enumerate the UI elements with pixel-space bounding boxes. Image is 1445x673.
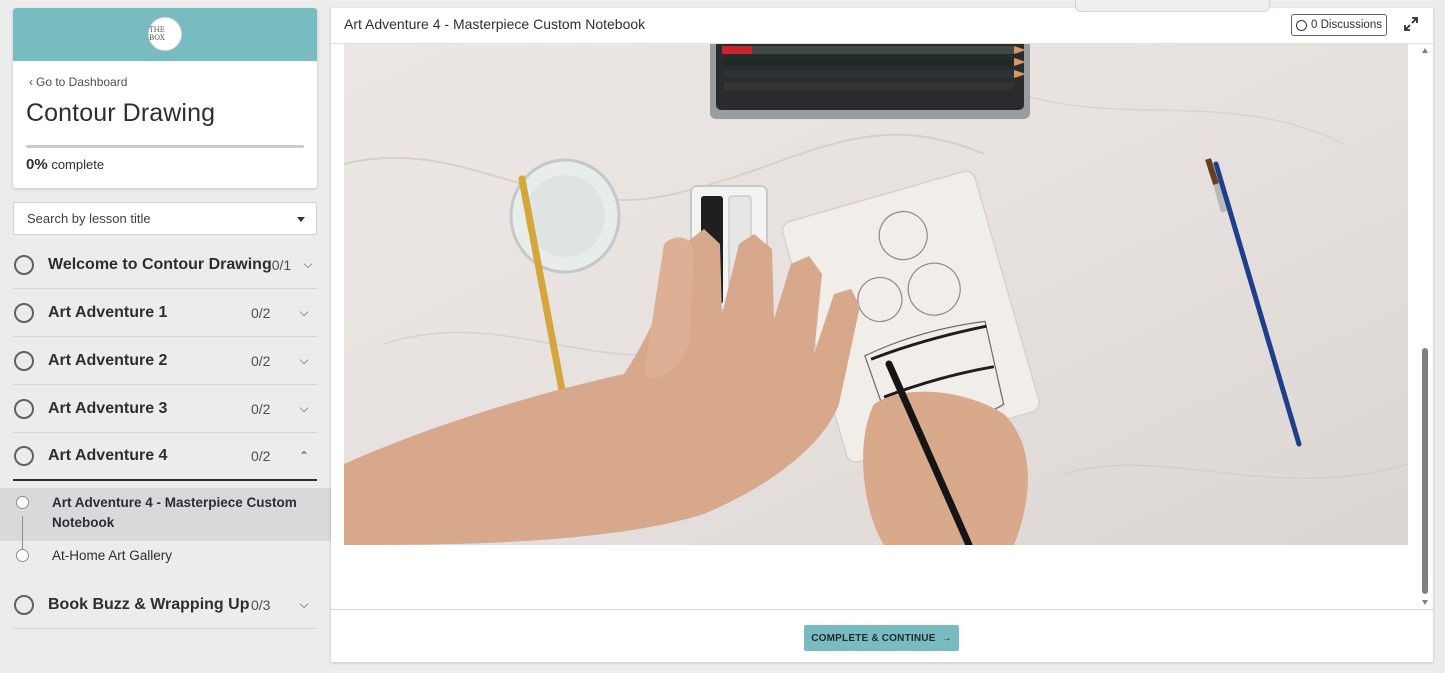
section-title: Art Adventure 4 [48,447,168,464]
section-status-circle-icon [14,254,34,275]
chevron-left-icon: ‹ [29,75,33,89]
section-status-circle-icon [14,302,34,323]
lesson-footer: COMPLETE & CONTINUE → [331,609,1433,662]
lesson-connector-line [22,516,23,549]
lesson-search-select[interactable]: Search by lesson title [13,202,317,235]
lesson-search-placeholder: Search by lesson title [27,211,151,226]
section-count: 0/2 [251,352,271,369]
section-art-adventure-2[interactable]: Art Adventure 2 0/2 ⌵ [13,337,317,385]
content-scrollbar[interactable] [1420,44,1429,610]
course-progress-bar [26,145,304,148]
section-count: 0/2 [251,400,271,417]
course-banner: THE BOX [13,8,317,61]
discussions-label: 0 Discussions [1311,19,1382,31]
chevron-up-icon[interactable]: ⌃ [291,449,317,463]
course-sidebar: THE BOX ‹ Go to Dashboard Contour Drawin… [0,0,331,673]
scroll-down-arrow-icon[interactable] [1422,600,1428,605]
lesson-item-at-home-art-gallery[interactable]: At-Home Art Gallery [0,546,331,568]
complete-and-continue-button[interactable]: COMPLETE & CONTINUE → [804,625,959,651]
go-to-dashboard-link[interactable]: ‹ Go to Dashboard [29,75,127,89]
section-status-circle-icon [14,350,34,371]
chevron-down-icon[interactable]: ⌵ [291,305,317,320]
progress-percent: 0% [26,156,48,173]
section-title: Art Adventure 2 [48,351,168,369]
section-status-circle-icon [14,446,34,466]
section-title: Art Adventure 1 [48,303,168,321]
course-progress-text: 0% complete [26,156,104,173]
expand-icon[interactable] [1402,15,1420,33]
chevron-down-icon[interactable]: ⌵ [291,597,317,612]
lesson-title: At-Home Art Gallery [52,548,173,563]
lesson-header-title: Art Adventure 4 - Masterpiece Custom Not… [344,16,646,32]
speech-bubble-icon [1296,19,1308,31]
progress-label: complete [51,157,105,172]
lesson-status-dot-icon [16,496,29,509]
school-logo[interactable]: THE BOX [148,17,182,51]
chevron-down-icon[interactable]: ⌵ [299,257,317,272]
section-count: 0/3 [251,596,271,613]
lesson-item-masterpiece-custom-notebook[interactable]: Art Adventure 4 - Masterpiece Custom Not… [0,488,331,541]
go-to-dashboard-label: Go to Dashboard [36,75,128,89]
video-frame-image [344,44,1408,545]
logo-text: THE BOX [149,26,165,42]
chevron-down-icon[interactable]: ⌵ [291,353,317,368]
complete-and-continue-label: COMPLETE & CONTINUE [811,632,936,644]
lesson-status-dot-icon [16,549,29,562]
course-card: THE BOX ‹ Go to Dashboard Contour Drawin… [13,8,317,188]
arrow-right-icon: → [941,632,952,644]
scroll-up-arrow-icon[interactable] [1422,48,1428,53]
chevron-down-icon[interactable]: ⌵ [291,401,317,416]
caret-down-icon [297,217,305,222]
section-count: 0/1 [271,256,292,273]
section-status-circle-icon [14,398,34,419]
lesson-title: Art Adventure 4 - Masterpiece Custom Not… [52,495,297,530]
section-art-adventure-1[interactable]: Art Adventure 1 0/2 ⌵ [13,289,317,337]
discussions-button[interactable]: 0 Discussions [1291,14,1387,36]
section-art-adventure-3[interactable]: Art Adventure 3 0/2 ⌵ [13,385,317,433]
lesson-content-panel: Art Adventure 4 - Masterpiece Custom Not… [331,0,1433,662]
lesson-topbar: Art Adventure 4 - Masterpiece Custom Not… [331,8,1433,44]
section-count: 0/2 [251,448,271,464]
section-count: 0/2 [251,304,271,321]
section-art-adventure-4[interactable]: Art Adventure 4 0/2 ⌃ [13,433,317,481]
section-title: Welcome to Contour Drawing [48,255,272,273]
course-title: Contour Drawing [26,99,216,127]
section-book-buzz-wrapping-up[interactable]: Book Buzz & Wrapping Up 0/3 ⌵ [13,581,317,629]
lesson-video-player[interactable] [344,44,1408,545]
section-welcome-to-contour-drawing[interactable]: Welcome to Contour Drawing 0/1 ⌵ [13,241,317,289]
section-title: Art Adventure 3 [48,399,168,417]
section-status-circle-icon [14,594,34,615]
scrollbar-thumb[interactable] [1422,348,1428,594]
section-title: Book Buzz & Wrapping Up [48,595,250,613]
